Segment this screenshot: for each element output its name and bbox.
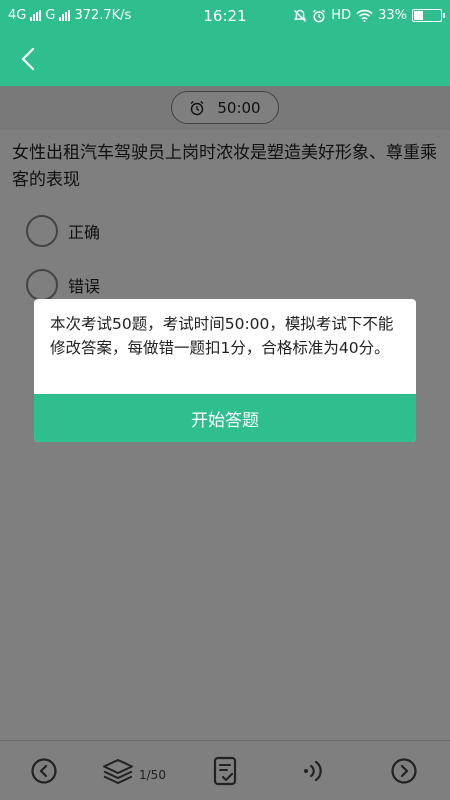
bell-off-icon: [294, 9, 307, 22]
clipboard-check-icon: [213, 756, 237, 786]
back-arrow-icon[interactable]: [14, 44, 44, 74]
audio-button[interactable]: [299, 755, 327, 787]
hd-label: HD: [331, 8, 352, 23]
layers-icon: [103, 759, 133, 784]
question-list-button[interactable]: 1/50: [101, 755, 166, 787]
submit-button[interactable]: [211, 755, 239, 787]
status-right: HD 33%: [293, 8, 445, 23]
alarm-icon: [313, 9, 326, 22]
status-bar: 4G G 372.7K/s 16:21 HD 33%: [0, 0, 450, 32]
battery-icon: [412, 9, 445, 22]
previous-button[interactable]: [29, 755, 59, 787]
battery-fill: [414, 11, 424, 20]
chevron-right-circle-icon: [391, 758, 417, 784]
dialog-message: 本次考试50题，考试时间50:00，模拟考试下不能修改答案，每做错一题扣1分，合…: [50, 315, 394, 357]
bottom-toolbar: 1/50: [0, 740, 450, 800]
battery-percent: 33%: [378, 8, 407, 23]
next-button[interactable]: [389, 755, 419, 787]
page-count: 1/50: [139, 768, 166, 782]
wifi-icon: [356, 9, 373, 22]
sound-wave-icon: [304, 760, 322, 782]
start-exam-button[interactable]: 开始答题: [34, 394, 416, 442]
exam-info-dialog: 本次考试50题，考试时间50:00，模拟考试下不能修改答案，每做错一题扣1分，合…: [34, 299, 416, 442]
app-bar: [0, 32, 450, 86]
chevron-left-circle-icon: [31, 758, 57, 784]
